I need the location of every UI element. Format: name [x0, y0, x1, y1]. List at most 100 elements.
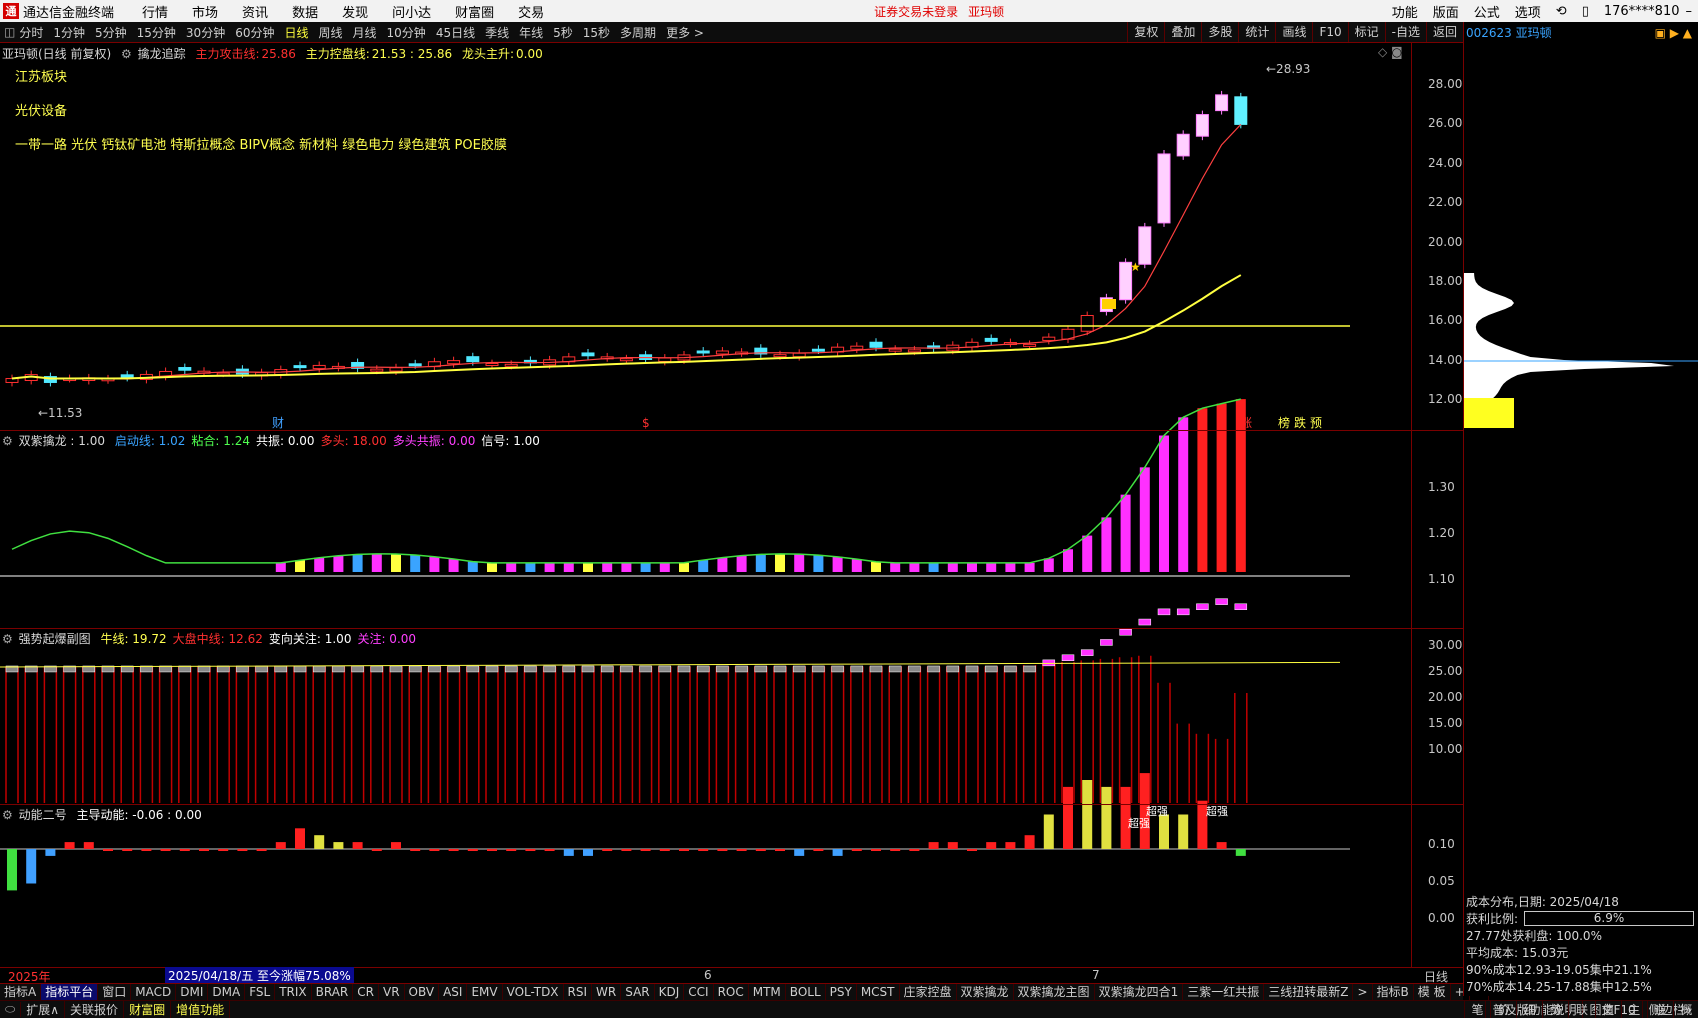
tool-duogu[interactable]: 多股 [1201, 22, 1238, 42]
menu-gongneng[interactable]: 功能 [1392, 2, 1418, 21]
period-30min[interactable]: 30分钟 [186, 24, 225, 41]
period-15sec[interactable]: 15秒 [583, 24, 610, 41]
indicator-tab[interactable]: BOLL [786, 984, 826, 1000]
indicator-tab[interactable]: BRAR [312, 984, 354, 1000]
panel-divider[interactable] [0, 430, 1463, 431]
indicator-tab[interactable]: 庄家控盘 [900, 984, 957, 1000]
indicator-tab[interactable]: OBV [405, 984, 440, 1000]
period-5min[interactable]: 5分钟 [95, 24, 127, 41]
period-more[interactable]: 更多 > [666, 24, 704, 41]
indicator-tab[interactable]: SAR [621, 984, 655, 1000]
tool-huaxian[interactable]: 画线 [1275, 22, 1312, 42]
right-panel-tab[interactable]: 值 [1594, 1000, 1621, 1018]
menu-banmian[interactable]: 版面 [1433, 2, 1459, 21]
menu-hangqing[interactable]: 行情 [142, 2, 168, 21]
period-45day[interactable]: 45日线 [436, 24, 475, 41]
indicator-tab[interactable]: 三线扭转最新Z [1264, 984, 1354, 1000]
menu-faxian[interactable]: 发现 [342, 2, 368, 21]
indicator-tab[interactable]: FSL [245, 984, 276, 1000]
tool-zixuan[interactable]: -自选 [1384, 22, 1426, 42]
indicator-tab[interactable]: MACD [131, 984, 177, 1000]
right-panel-tab[interactable]: 势 [1542, 1000, 1568, 1018]
minimize-icon[interactable]: – [1686, 4, 1693, 19]
tool-f10[interactable]: F10 [1312, 22, 1347, 42]
stock-code-name[interactable]: 002623 亚玛顿 [1466, 24, 1552, 41]
refresh-icon[interactable]: ⟲ [1556, 4, 1567, 19]
indicator-tab[interactable]: DMI [176, 984, 209, 1000]
indicator-tab[interactable]: 窗口 [98, 984, 132, 1000]
period-weekly[interactable]: 周线 [319, 24, 343, 41]
kline-chart-canvas[interactable]: ←11.53←28.93财 $ 涨榜跌预★超强超强 超强 [0, 43, 1463, 983]
indicator-tab[interactable]: VR [379, 984, 405, 1000]
period-year[interactable]: 年线 [519, 24, 543, 41]
tool-fanhui[interactable]: 返回 [1425, 22, 1463, 42]
tool-tongji[interactable]: 统计 [1238, 22, 1275, 42]
indicator-tab[interactable]: 三紫一红共振 [1183, 984, 1265, 1000]
panel-divider[interactable] [0, 804, 1463, 805]
indicator-tab[interactable]: TRIX [275, 984, 312, 1000]
indicator-tab[interactable]: 双紫擒龙主图 [1014, 984, 1095, 1000]
tool-diejia[interactable]: 叠加 [1164, 22, 1201, 42]
menu-gongshi[interactable]: 公式 [1474, 2, 1500, 21]
right-panel-tab[interactable]: 联 [1568, 1000, 1594, 1018]
period-quarter[interactable]: 季线 [485, 24, 509, 41]
period-1min[interactable]: 1分钟 [53, 24, 85, 41]
right-panel-tab[interactable]: 概 [1672, 1000, 1698, 1018]
profit-ratio-box: 6.9% [1524, 911, 1694, 926]
indicator-tab[interactable]: 双紫擒龙四合1 [1095, 984, 1184, 1000]
period-10min[interactable]: 10分钟 [387, 24, 426, 41]
indicator-tab[interactable]: KDJ [655, 984, 685, 1000]
indicator-tab[interactable]: DMA [208, 984, 246, 1000]
phone-icon[interactable]: ▯ [1582, 4, 1589, 19]
right-panel-tab[interactable]: 价 [1490, 1000, 1516, 1018]
panel-divider[interactable] [0, 628, 1463, 629]
right-panel-tab[interactable]: 细 [1516, 1000, 1542, 1018]
indicator-tab[interactable]: PSY [826, 984, 857, 1000]
right-panel-tab[interactable]: 主 [1620, 1000, 1647, 1018]
indicator-tab[interactable]: 双紫擒龙 [957, 984, 1014, 1000]
period-daily[interactable]: 日线 [284, 24, 308, 41]
indicator-tab[interactable]: > [1353, 984, 1373, 1000]
toggle-panel-icon[interactable]: ◫ [4, 25, 15, 39]
menu-jiaoyi[interactable]: 交易 [518, 2, 544, 21]
indicator-tab[interactable]: RSI [564, 984, 593, 1000]
menu-shuju[interactable]: 数据 [292, 2, 318, 21]
indicator-tab[interactable]: CR [353, 984, 379, 1000]
right-panel-tab[interactable]: 笔 [1464, 1000, 1490, 1018]
indicator-tab[interactable]: EMV [467, 984, 503, 1000]
period-monthly[interactable]: 月线 [353, 24, 377, 41]
menu-zixun[interactable]: 资讯 [242, 2, 268, 21]
indicator-tab[interactable]: 指标平台 [41, 984, 99, 1000]
period-5sec[interactable]: 5秒 [553, 24, 573, 41]
period-15min[interactable]: 15分钟 [137, 24, 176, 41]
status-caifuquan[interactable]: 财富圈 [124, 1001, 172, 1018]
period-60min[interactable]: 60分钟 [235, 24, 274, 41]
indicator-tab[interactable]: 指标B [1373, 984, 1414, 1000]
right-panel-tab[interactable]: 逆 [1646, 1000, 1673, 1018]
status-expand[interactable]: 扩展∧ [21, 1001, 66, 1018]
indicator-tab[interactable]: MTM [749, 984, 786, 1000]
user-id[interactable]: 176****810 [1604, 4, 1680, 19]
status-related-quote[interactable]: 关联报价 [65, 1001, 125, 1018]
menu-shichang[interactable]: 市场 [192, 2, 218, 21]
indicator-tab[interactable]: WR [592, 984, 622, 1000]
tool-fuquan[interactable]: 复权 [1127, 22, 1164, 42]
menu-wenxiaoda[interactable]: 问小达 [392, 2, 431, 21]
indicator-tab[interactable]: ASI [439, 984, 468, 1000]
period-fenshi[interactable]: 分时 [19, 24, 43, 41]
status-value-added[interactable]: 增值功能 [171, 1001, 231, 1018]
tool-biaoji[interactable]: 标记 [1347, 22, 1385, 42]
toggle-switch-icon[interactable]: ⬭ [0, 1002, 22, 1017]
trade-login-warning[interactable]: 证券交易未登录 [874, 3, 958, 20]
indicator-tab[interactable]: MCST [857, 984, 900, 1000]
indicator-tab[interactable]: CCI [684, 984, 714, 1000]
panel4-bar [218, 849, 229, 851]
menu-xuanxiang[interactable]: 选项 [1515, 2, 1541, 21]
menu-caifuquan[interactable]: 财富圈 [455, 2, 494, 21]
panel-icons[interactable]: ▣ ▶ ▲ [1655, 26, 1692, 40]
indicator-tab[interactable]: ROC [714, 984, 749, 1000]
indicator-tab[interactable]: VOL-TDX [503, 984, 564, 1000]
indicator-tab[interactable]: 模 板 [1414, 984, 1451, 1000]
indicator-tab[interactable]: 指标A [0, 984, 42, 1000]
period-multi[interactable]: 多周期 [620, 24, 656, 41]
